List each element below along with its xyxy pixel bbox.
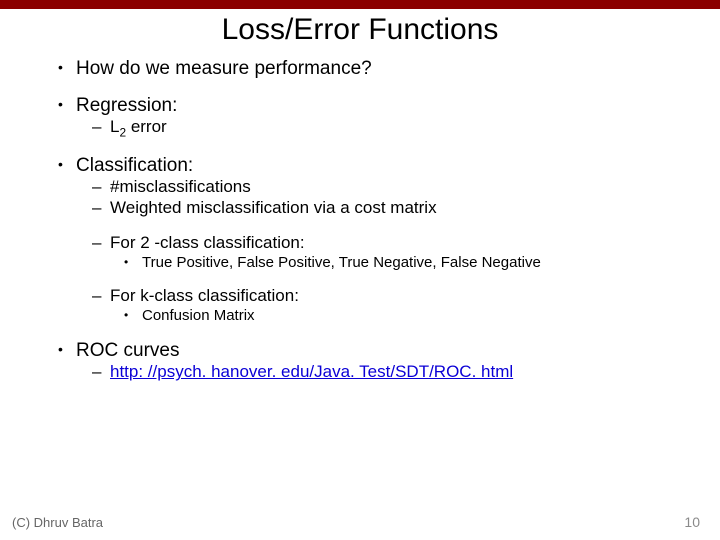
roc-link[interactable]: http: //psych. hanover. edu/Java. Test/S… [110,362,513,381]
bullet-k-class-text: For k-class classification: [110,286,299,305]
slide-title: Loss/Error Functions [0,9,720,57]
top-accent-bar [0,0,720,9]
footer-copyright: (C) Dhruv Batra [12,515,103,530]
l2-suffix: error [126,117,167,136]
bullet-perf: How do we measure performance? [60,57,690,80]
bullet-weighted: Weighted misclassification via a cost ma… [92,198,690,219]
bullet-roc-text: ROC curves [76,340,179,361]
bullet-tp-fp: True Positive, False Positive, True Nega… [124,254,690,272]
bullet-k-class: For k-class classification: Confusion Ma… [92,286,690,325]
bullet-roc: ROC curves http: //psych. hanover. edu/J… [60,339,690,383]
bullet-confusion: Confusion Matrix [124,307,690,325]
bullet-confusion-text: Confusion Matrix [142,307,255,324]
bullet-misclass: #misclassifications [92,177,690,198]
bullet-tp-fp-text: True Positive, False Positive, True Nega… [142,254,541,271]
slide: Loss/Error Functions How do we measure p… [0,0,720,540]
bullet-list: How do we measure performance? Regressio… [60,57,690,383]
bullet-classification: Classification: #misclassifications Weig… [60,154,690,325]
bullet-roc-link-item: http: //psych. hanover. edu/Java. Test/S… [92,362,690,383]
bullet-perf-text: How do we measure performance? [76,58,372,79]
bullet-l2: L2 error [92,117,690,140]
footer-page-number: 10 [684,514,700,530]
bullet-two-class: For 2 -class classification: True Positi… [92,233,690,272]
bullet-classification-text: Classification: [76,155,193,176]
bullet-weighted-text: Weighted misclassification via a cost ma… [110,198,437,217]
bullet-misclass-text: #misclassifications [110,177,251,196]
bullet-regression-text: Regression: [76,95,177,116]
bullet-two-class-text: For 2 -class classification: [110,233,305,252]
slide-body: How do we measure performance? Regressio… [0,57,720,383]
bullet-regression: Regression: L2 error [60,94,690,140]
